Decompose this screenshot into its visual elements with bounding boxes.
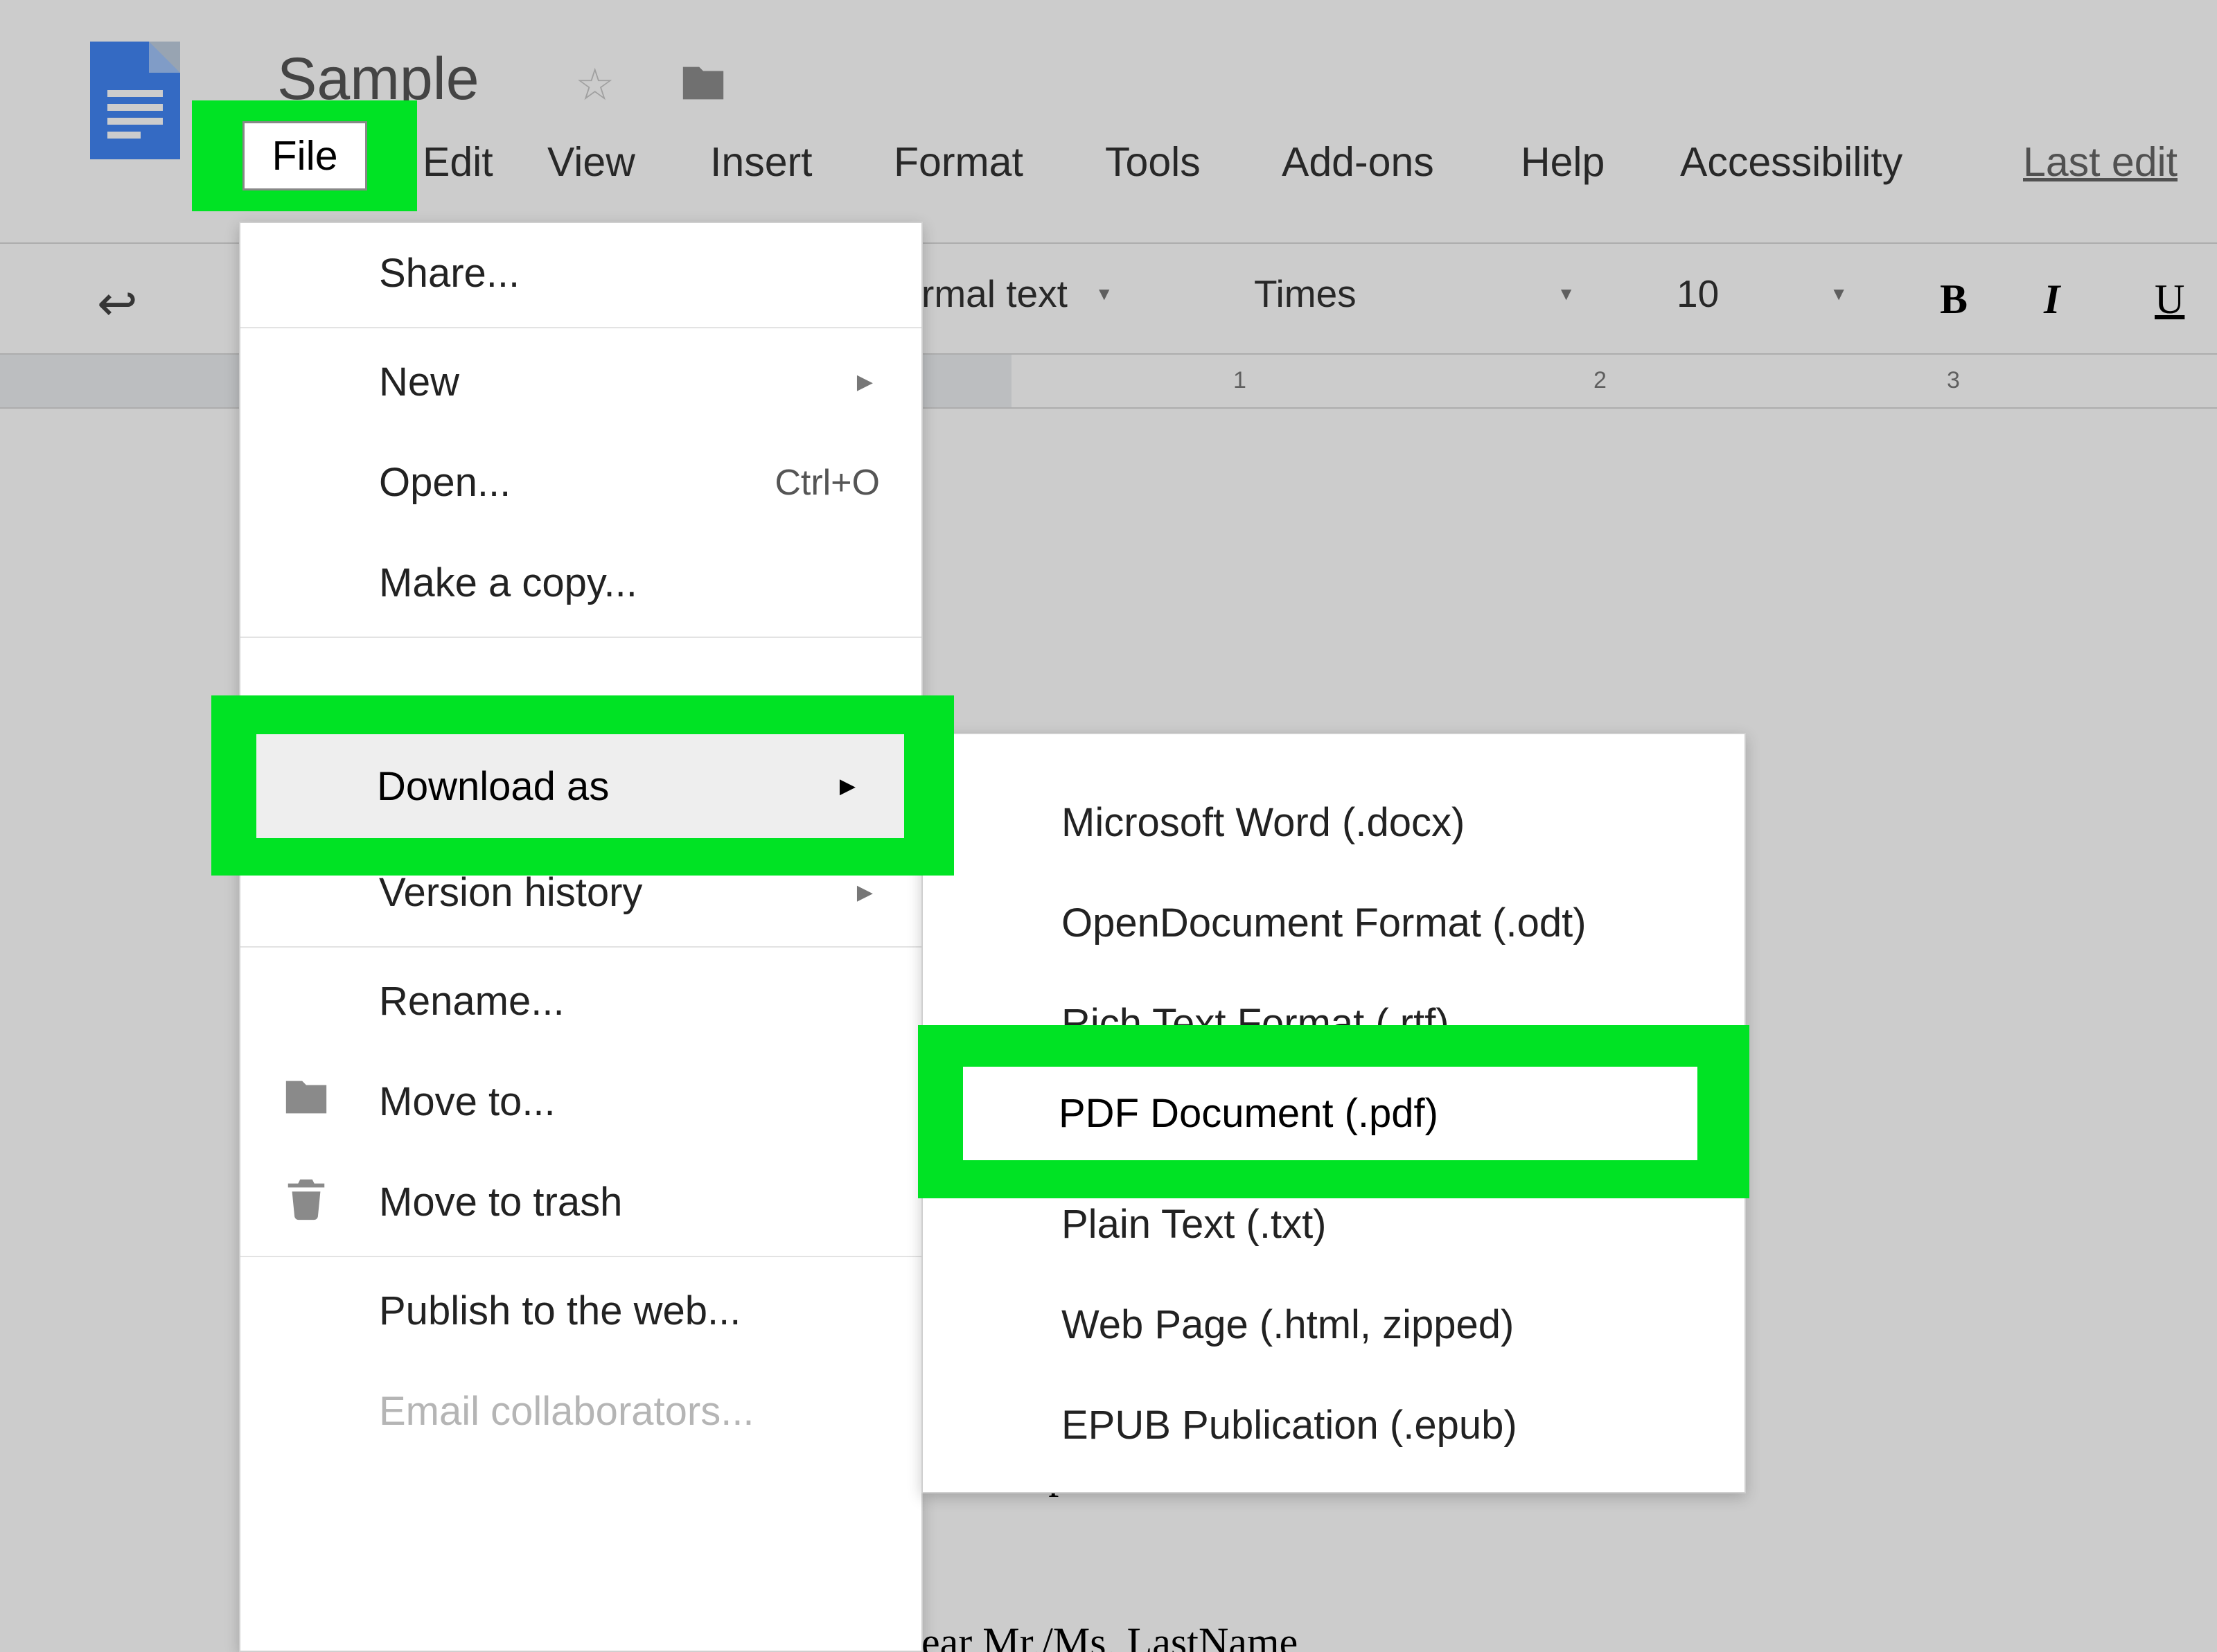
underline-button[interactable]: U	[2155, 276, 2184, 323]
italic-button[interactable]: I	[2044, 276, 2060, 323]
file-menu: Share... New ▶ Open... Ctrl+O Make a cop…	[239, 222, 923, 1652]
menu-item-rename[interactable]: Rename...	[240, 951, 921, 1051]
undo-icon[interactable]: ↪	[97, 275, 138, 332]
menu-format[interactable]: Format	[894, 139, 1023, 186]
menu-edit[interactable]: Edit	[423, 139, 493, 186]
menu-file[interactable]: File	[242, 121, 367, 190]
menu-help[interactable]: Help	[1521, 139, 1605, 186]
doc-line: ear Mr./Ms. LastName,	[921, 1614, 2217, 1652]
font-size-dropdown[interactable]: 10 ▼	[1677, 272, 1848, 316]
menu-item-make-a-copy[interactable]: Make a copy...	[240, 533, 921, 633]
submenu-item-epub[interactable]: EPUB Publication (.epub)	[923, 1375, 1745, 1475]
font-family-dropdown[interactable]: Times ▼	[1254, 272, 1575, 316]
submenu-item-pdf[interactable]: PDF Document (.pdf)	[963, 1067, 1697, 1160]
menu-item-new[interactable]: New ▶	[240, 332, 921, 432]
submenu-item-odt[interactable]: OpenDocument Format (.odt)	[923, 873, 1745, 973]
paragraph-style-dropdown[interactable]: rmal text ▼	[921, 272, 1113, 316]
menu-insert[interactable]: Insert	[710, 139, 813, 186]
menu-item-download-as[interactable]: Download as ▶	[256, 734, 904, 838]
font-family-label: Times	[1254, 272, 1357, 316]
last-edit-link[interactable]: Last edit	[2023, 139, 2178, 186]
menu-addons[interactable]: Add-ons	[1282, 139, 1434, 186]
chevron-right-icon: ▶	[840, 774, 856, 799]
chevron-right-icon: ▶	[857, 880, 873, 905]
menu-view[interactable]: View	[547, 139, 635, 186]
menu-tools[interactable]: Tools	[1105, 139, 1201, 186]
paragraph-style-label: rmal text	[921, 272, 1068, 316]
submenu-item-html[interactable]: Web Page (.html, zipped)	[923, 1274, 1745, 1375]
folder-icon	[279, 1073, 334, 1131]
menu-item-publish-to-web[interactable]: Publish to the web...	[240, 1261, 921, 1361]
menu-item-move-to[interactable]: Move to...	[240, 1051, 921, 1152]
shortcut-label: Ctrl+O	[775, 462, 880, 504]
menu-item-share[interactable]: Share...	[240, 223, 921, 323]
menu-item-move-to-trash[interactable]: Move to trash	[240, 1152, 921, 1252]
chevron-right-icon: ▶	[857, 370, 873, 394]
ruler-tick: 3	[1947, 367, 1960, 394]
menu-accessibility[interactable]: Accessibility	[1680, 139, 1902, 186]
ruler-tick: 1	[1233, 367, 1246, 394]
menu-item-open[interactable]: Open... Ctrl+O	[240, 432, 921, 533]
chevron-down-icon: ▼	[1830, 283, 1848, 305]
submenu-item-docx[interactable]: Microsoft Word (.docx)	[923, 772, 1745, 873]
menu-item-email-collaborators: Email collaborators...	[240, 1361, 921, 1462]
font-size-label: 10	[1677, 272, 1719, 316]
star-icon[interactable]: ☆	[575, 59, 615, 111]
chevron-down-icon: ▼	[1095, 283, 1113, 305]
folder-icon[interactable]	[675, 59, 731, 118]
trash-icon	[279, 1173, 334, 1232]
bold-button[interactable]: B	[1940, 276, 1968, 323]
chevron-down-icon: ▼	[1557, 283, 1575, 305]
ruler-tick: 2	[1593, 367, 1607, 394]
